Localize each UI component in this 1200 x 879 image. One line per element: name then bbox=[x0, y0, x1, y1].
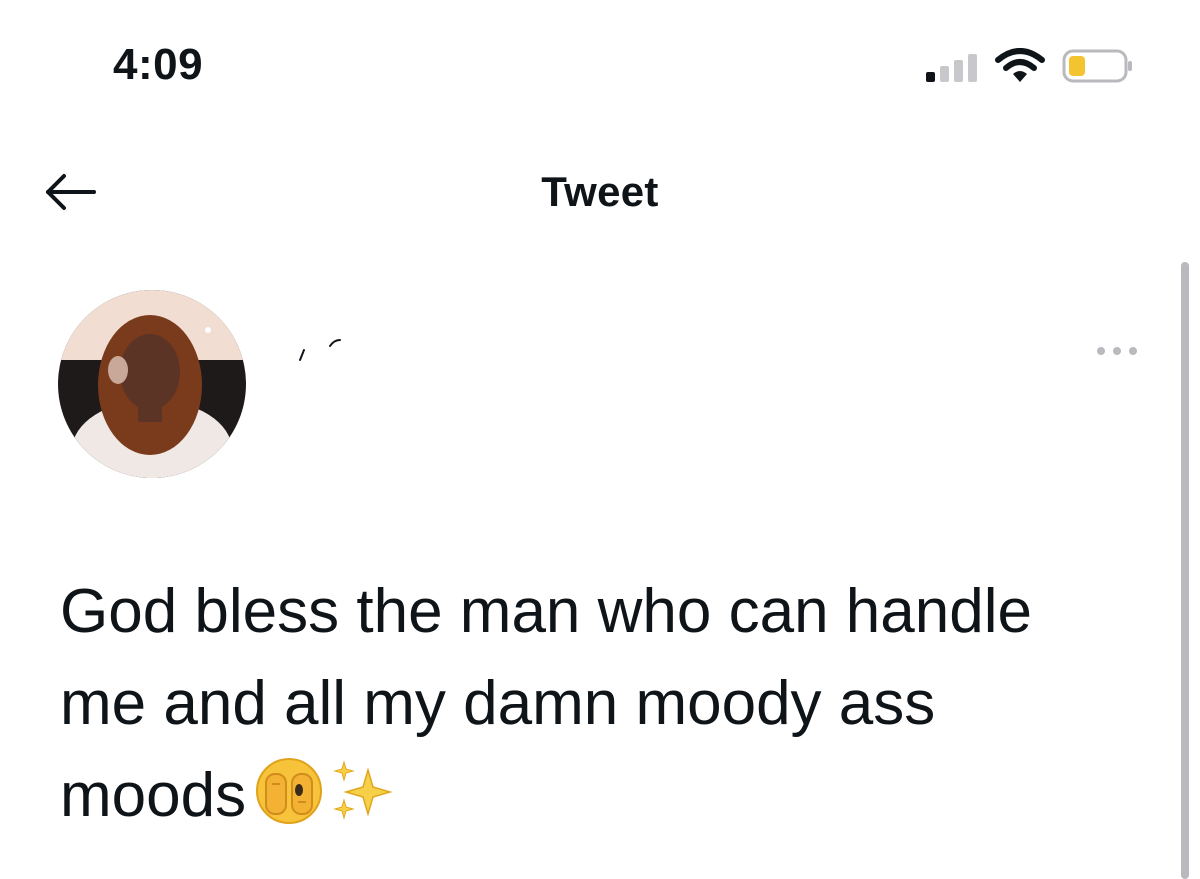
scrollbar[interactable] bbox=[1181, 262, 1189, 879]
tweet-text-container: God bless the man who can handle me and … bbox=[60, 566, 1120, 842]
wifi-icon bbox=[995, 48, 1045, 82]
status-time: 4:09 bbox=[113, 40, 204, 89]
sparkles-emoji bbox=[333, 760, 393, 820]
more-options-icon[interactable] bbox=[1093, 340, 1141, 362]
face-with-hand-over-mouth-emoji bbox=[256, 758, 323, 824]
avatar-photo bbox=[58, 290, 246, 478]
cellular-signal-icon bbox=[926, 54, 977, 82]
page-title: Tweet bbox=[541, 168, 659, 215]
redacted-handle bbox=[299, 339, 341, 361]
avatar[interactable] bbox=[58, 290, 246, 478]
tweet-text: God bless the man who can handle me and … bbox=[60, 577, 1032, 830]
battery-icon bbox=[1062, 49, 1132, 83]
